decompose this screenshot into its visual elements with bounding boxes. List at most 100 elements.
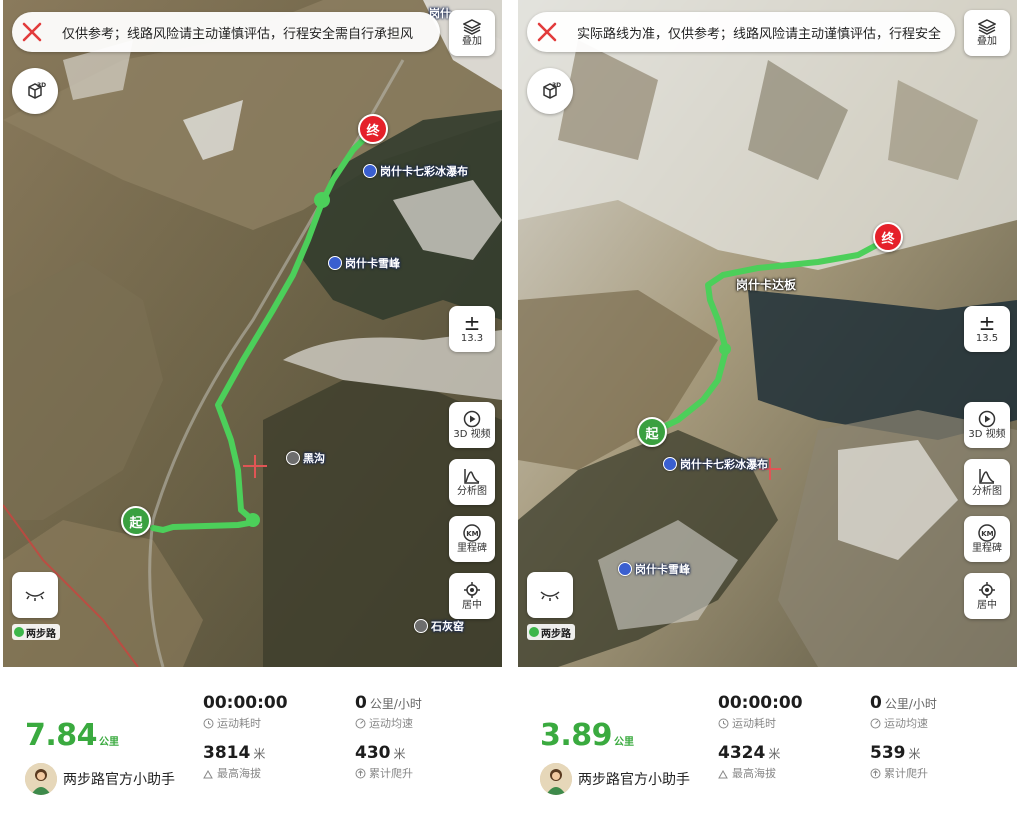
layers-icon [463,19,481,35]
locate-icon [464,582,480,598]
speed-icon [870,718,881,728]
analysis-chart-button[interactable]: 分析图 [964,459,1010,505]
logo-icon [14,627,24,637]
play-icon [978,410,996,428]
svg-text:KM: KM [981,530,993,538]
speed-stat: 0 公里/小时 运动均速 [355,693,422,730]
3d-video-button[interactable]: 3D 视频 [964,402,1010,448]
logo-icon [529,627,539,637]
speed-icon [355,718,366,728]
clock-icon [203,718,214,728]
zoom-plusminus-icon[interactable]: ± [464,313,481,333]
3d-video-label: 3D 视频 [968,429,1006,440]
milestone-button[interactable]: KM 里程碑 [449,516,495,562]
3d-cube-icon: 3D [543,82,561,99]
max-altitude-stat: 4324 米 最高海拔 [718,743,781,780]
zoom-control[interactable]: ± 13.3 [449,306,495,352]
3d-cube-icon: 3D [28,82,46,99]
climb-stat: 539 米 累计爬升 [870,743,928,780]
panel-divider [510,0,514,816]
route-panel-right: 岗什卡达板 岗什卡七彩冰瀑布 岗什卡雪峰 终 起 实际路线为准，仅供参考；线路风… [518,0,1017,816]
user-name: 两步路官方小助手 [63,772,175,788]
avatar[interactable] [540,763,572,795]
user-info[interactable]: 两步路官方小助手 [540,763,690,795]
center-button[interactable]: 居中 [449,573,495,619]
duration-stat: 00:00:00 运动耗时 [718,693,803,730]
safety-notice-bar: 仅供参考；线路风险请主动谨慎评估，行程安全需自行承担风 [12,12,440,52]
3d-video-button[interactable]: 3D 视频 [449,402,495,448]
poi-label[interactable]: 黑沟 [286,450,325,466]
analysis-chart-label: 分析图 [457,486,487,497]
analysis-chart-button[interactable]: 分析图 [449,459,495,505]
milestone-label: 里程碑 [972,543,1002,554]
close-icon [22,22,42,42]
close-button[interactable] [527,12,567,52]
layers-button[interactable]: 叠加 [964,10,1010,56]
eye-closed-icon [540,591,560,601]
distance-value: 3.89 [540,718,613,753]
center-button[interactable]: 居中 [964,573,1010,619]
milestone-label: 里程碑 [457,543,487,554]
play-icon [463,410,481,428]
center-label: 居中 [977,600,997,611]
zoom-control[interactable]: ± 13.5 [964,306,1010,352]
satellite-map[interactable]: 岗什卡七彩冰瀑布 岗什卡雪峰 黑沟 石灰窑 岗什 终 起 仅供参考；线路风险请主… [3,0,502,667]
pass-label[interactable]: 岗什卡达板 [736,276,796,293]
climb-stat: 430 米 累计爬升 [355,743,413,780]
app-logo: 两步路 [527,624,575,640]
hide-panel-button[interactable] [12,572,58,618]
altitude-icon [203,769,213,778]
distance-readout: 3.89 公里 [540,718,634,753]
svg-text:3D: 3D [37,82,46,89]
poi-label[interactable]: 岗什卡雪峰 [328,255,400,271]
clock-icon [718,718,729,728]
distance-unit: 公里 [99,737,120,748]
climb-icon [870,768,881,778]
km-icon: KM [978,524,996,542]
layers-icon [978,19,996,35]
zoom-level: 13.5 [975,333,999,344]
speed-stat: 0 公里/小时 运动均速 [870,693,937,730]
3d-toggle-button[interactable]: 3D [527,68,573,114]
svg-text:3D: 3D [552,82,561,89]
safety-notice-bar: 实际路线为准，仅供参考；线路风险请主动谨慎评估，行程安全 [527,12,955,52]
zoom-level: 13.3 [460,333,484,344]
hide-panel-button[interactable] [527,572,573,618]
user-info[interactable]: 两步路官方小助手 [25,763,175,795]
layers-label: 叠加 [977,36,997,47]
app-logo: 两步路 [12,624,60,640]
climb-icon [355,768,366,778]
altitude-icon [718,769,728,778]
start-marker[interactable]: 起 [121,506,151,536]
km-icon: KM [463,524,481,542]
route-panel-left: 岗什卡七彩冰瀑布 岗什卡雪峰 黑沟 石灰窑 岗什 终 起 仅供参考；线路风险请主… [3,0,502,816]
start-marker[interactable]: 起 [637,417,667,447]
elevation-chart-icon [979,469,995,484]
distance-value: 7.84 [25,718,98,753]
3d-video-label: 3D 视频 [453,429,491,440]
layers-button[interactable]: 叠加 [449,10,495,56]
satellite-map[interactable]: 岗什卡达板 岗什卡七彩冰瀑布 岗什卡雪峰 终 起 实际路线为准，仅供参考；线路风… [518,0,1017,667]
poi-label[interactable]: 岗什卡雪峰 [618,561,690,577]
3d-toggle-button[interactable]: 3D [12,68,58,114]
duration-stat: 00:00:00 运动耗时 [203,693,288,730]
zoom-plusminus-icon[interactable]: ± [979,313,996,333]
analysis-chart-label: 分析图 [972,486,1002,497]
distance-unit: 公里 [614,737,635,748]
terrain-background [518,0,1017,667]
notice-text: 实际路线为准，仅供参考；线路风险请主动谨慎评估，行程安全 [577,26,942,42]
avatar[interactable] [25,763,57,795]
poi-label[interactable]: 岗什卡七彩冰瀑布 [363,163,468,179]
poi-label[interactable]: 石灰窑 [414,618,464,634]
end-marker[interactable]: 终 [358,114,388,144]
center-label: 居中 [462,600,482,611]
eye-closed-icon [25,591,45,601]
close-button[interactable] [12,12,52,52]
milestone-button[interactable]: KM 里程碑 [964,516,1010,562]
user-name: 两步路官方小助手 [578,772,690,788]
terrain-background [3,0,502,667]
svg-text:KM: KM [466,530,478,538]
end-marker[interactable]: 终 [873,222,903,252]
poi-label[interactable]: 岗什卡七彩冰瀑布 [663,456,768,472]
max-altitude-stat: 3814 米 最高海拔 [203,743,266,780]
